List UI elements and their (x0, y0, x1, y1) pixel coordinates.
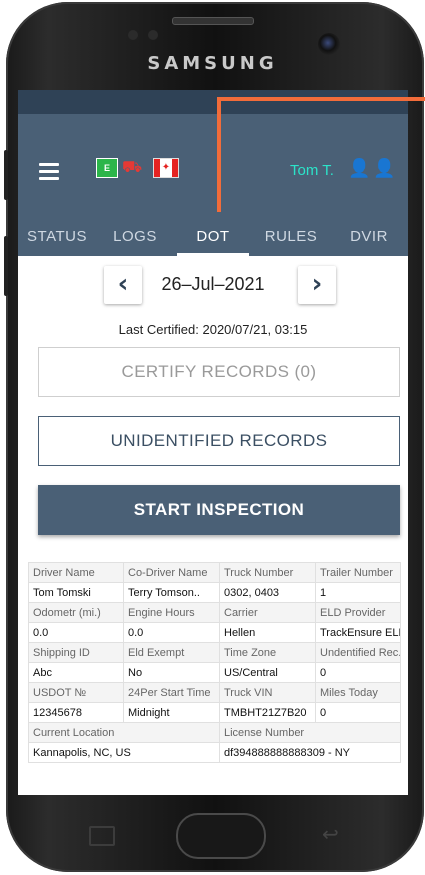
tab-rules[interactable]: RULES (252, 223, 330, 256)
callout-line-vertical (217, 97, 221, 212)
bixby-button (4, 236, 8, 296)
next-day-button[interactable]: › (298, 266, 336, 304)
info-value: Tom Tomski (28, 582, 124, 603)
light-sensor (148, 30, 158, 40)
callout-line-horizontal (217, 97, 425, 101)
status-bar (18, 90, 408, 114)
info-label: Carrier (219, 602, 316, 623)
app-header: E ⛟ ✦ Tom T. 👤👤 STATUS LOGS DOT RULES DV… (18, 114, 408, 256)
info-value: Midnight (123, 702, 220, 723)
tab-dot[interactable]: DOT (174, 223, 252, 256)
info-label: 24Per Start Time (123, 682, 220, 703)
info-label: Trailer Number (315, 562, 401, 583)
device-brand: SAMSUNG (147, 53, 278, 74)
table-row: Kannapolis, NC, US df394888888888309 - N… (28, 742, 401, 763)
home-button[interactable] (176, 813, 266, 859)
volume-button (4, 150, 8, 200)
info-value: 0.0 (28, 622, 124, 643)
table-row: USDOT № 24Per Start Time Truck VIN Miles… (28, 682, 401, 703)
info-value: 12345678 (28, 702, 124, 723)
hamburger-icon[interactable] (39, 163, 59, 184)
table-row: Tom Tomski Terry Tomson.. 0302, 0403 1 (28, 582, 401, 603)
front-camera (318, 33, 340, 55)
driver-info-table: Driver Name Co-Driver Name Truck Number … (28, 562, 401, 763)
info-label: Co-Driver Name (123, 562, 220, 583)
truck-icon[interactable]: ⛟ (122, 158, 148, 176)
info-label: Truck Number (219, 562, 316, 583)
info-label: Miles Today (315, 682, 401, 703)
recent-apps-icon[interactable] (89, 826, 115, 846)
driver-switch-icon[interactable]: 👤👤 (348, 158, 399, 179)
selected-date: 26–Jul–2021 (161, 274, 265, 294)
info-value: 0 (315, 662, 401, 683)
table-row: 0.0 0.0 Hellen TrackEnsure ELD (28, 622, 401, 643)
info-label: Undentified Rec. (315, 642, 401, 663)
info-value: TMBHT21Z7B20 (219, 702, 316, 723)
table-row: Odometr (mi.) Engine Hours Carrier ELD P… (28, 602, 401, 623)
date-navigator: ‹ 26–Jul–2021 › (18, 266, 408, 306)
info-label: Driver Name (28, 562, 124, 583)
tab-bar: STATUS LOGS DOT RULES DVIR (18, 223, 408, 256)
tab-status[interactable]: STATUS (18, 223, 96, 256)
proximity-sensor (128, 30, 138, 40)
info-value: 0.0 (123, 622, 220, 643)
info-label: USDOT № (28, 682, 124, 703)
current-user-name[interactable]: Tom T. (290, 162, 334, 179)
info-value: TrackEnsure ELD (315, 622, 401, 643)
info-label: Engine Hours (123, 602, 220, 623)
table-row: 12345678 Midnight TMBHT21Z7B20 0 (28, 702, 401, 723)
tab-logs[interactable]: LOGS (96, 223, 174, 256)
table-row: Abc No US/Central 0 (28, 662, 401, 683)
unidentified-records-button[interactable]: UNIDENTIFIED RECORDS (38, 416, 400, 466)
table-row: Shipping ID Eld Exempt Time Zone Undenti… (28, 642, 401, 663)
info-value: US/Central (219, 662, 316, 683)
info-value: Hellen (219, 622, 316, 643)
info-value: Kannapolis, NC, US (28, 742, 220, 763)
info-value: 0 (315, 702, 401, 723)
info-value: 1 (315, 582, 401, 603)
info-value: df394888888888309 - NY (219, 742, 401, 763)
canada-flag-icon[interactable]: ✦ (153, 158, 179, 178)
info-label: Truck VIN (219, 682, 316, 703)
info-label: ELD Provider (315, 602, 401, 623)
last-certified-text: Last Certified: 2020/07/21, 03:15 (118, 322, 308, 337)
info-value: 0302, 0403 (219, 582, 316, 603)
info-label: Current Location (28, 722, 220, 743)
info-value: Terry Tomson.. (123, 582, 220, 603)
back-icon[interactable]: ↩ (322, 822, 339, 846)
eld-status-icon[interactable]: E (96, 158, 118, 178)
info-label: License Number (219, 722, 401, 743)
certify-records-button[interactable]: CERTIFY RECORDS (0) (38, 347, 400, 397)
info-label: Shipping ID (28, 642, 124, 663)
info-label: Odometr (mi.) (28, 602, 124, 623)
tab-dvir[interactable]: DVIR (330, 223, 408, 256)
info-value: Abc (28, 662, 124, 683)
app-screen: E ⛟ ✦ Tom T. 👤👤 STATUS LOGS DOT RULES DV… (18, 90, 408, 795)
info-label: Time Zone (219, 642, 316, 663)
info-value: No (123, 662, 220, 683)
table-row: Driver Name Co-Driver Name Truck Number … (28, 562, 401, 583)
table-row: Current Location License Number (28, 722, 401, 743)
start-inspection-button[interactable]: START INSPECTION (38, 485, 400, 535)
earpiece-speaker (172, 17, 254, 25)
info-label: Eld Exempt (123, 642, 220, 663)
